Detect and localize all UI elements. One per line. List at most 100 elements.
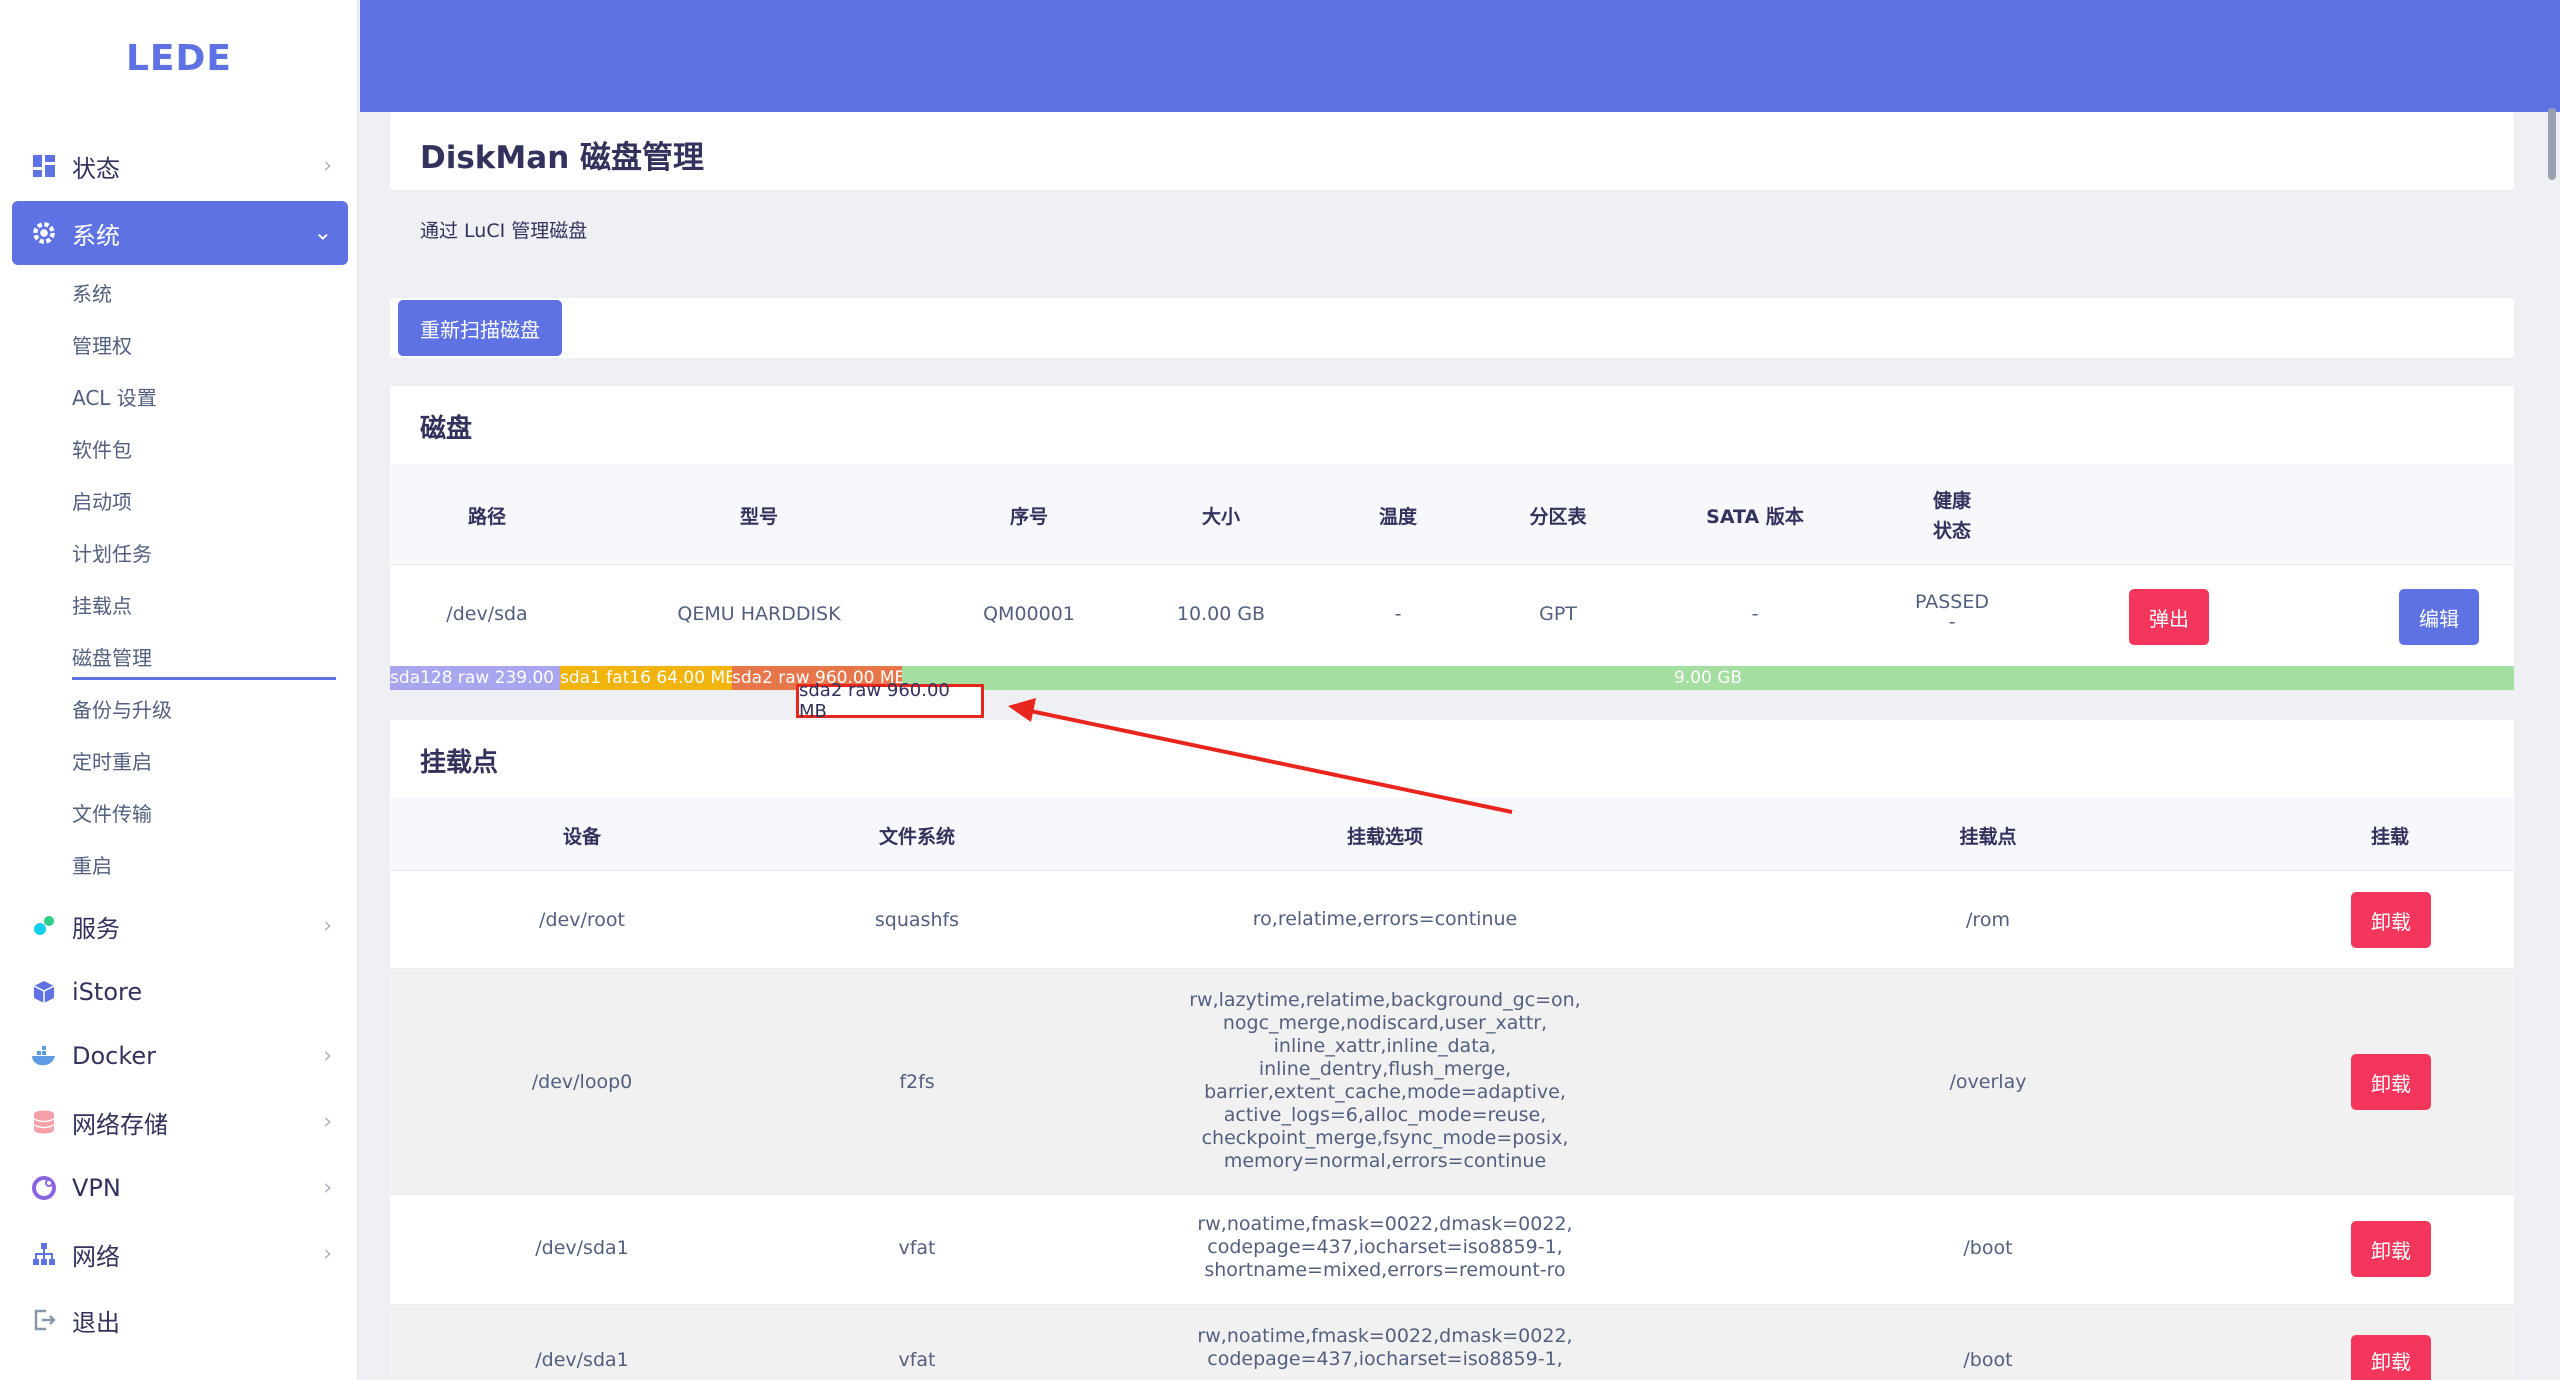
col-serial: 序号 bbox=[1009, 506, 1048, 528]
sub-item-autoreboot[interactable]: 定时重启 bbox=[72, 740, 336, 784]
mount-option-line: shortname=mixed,errors=remount-ro bbox=[1204, 1259, 1566, 1281]
edit-button[interactable]: 编辑 bbox=[2399, 589, 2479, 645]
mount-row: /dev/sda1 vfat rw,noatime,fmask=0022,dma… bbox=[390, 1194, 2514, 1304]
nav-vpn[interactable]: VPN › bbox=[12, 1156, 348, 1220]
mount-fs: vfat bbox=[898, 1349, 936, 1371]
unmount-button[interactable]: 卸载 bbox=[2351, 1054, 2431, 1110]
mount-device: /dev/loop0 bbox=[531, 1071, 633, 1093]
nav-nas[interactable]: 网络存储 › bbox=[12, 1090, 348, 1154]
sub-item-mounts[interactable]: 挂载点 bbox=[72, 584, 336, 628]
sub-item-acl[interactable]: ACL 设置 bbox=[72, 376, 336, 420]
mount-option-line: rw,noatime,fmask=0022,dmask=0022, bbox=[1197, 1325, 1573, 1347]
nav-status[interactable]: 状态 › bbox=[12, 134, 348, 198]
mount-row: /dev/loop0 f2fs rw,lazytime,relatime,bac… bbox=[390, 968, 2514, 1194]
chevron-right-icon: › bbox=[323, 1109, 332, 1135]
mount-option-line: active_logs=6,alloc_mode=reuse, bbox=[1223, 1104, 1547, 1126]
page-title: DiskMan 磁盘管理 bbox=[420, 140, 705, 176]
partition-segment-sda1[interactable]: sda1 fat16 64.00 MB bbox=[560, 666, 732, 690]
unmount-button[interactable]: 卸载 bbox=[2351, 1221, 2431, 1277]
cube-icon bbox=[30, 978, 58, 1006]
disk-path: /dev/sda bbox=[446, 603, 528, 625]
nav-nas-label: 网络存储 bbox=[72, 1110, 168, 1139]
mount-fs: vfat bbox=[898, 1237, 936, 1259]
unmount-button[interactable]: 卸载 bbox=[2351, 892, 2431, 948]
sub-item-packages[interactable]: 软件包 bbox=[72, 428, 336, 472]
sub-item-backup[interactable]: 备份与升级 bbox=[72, 688, 336, 732]
network-icon bbox=[30, 1240, 58, 1268]
mount-option-line: checkpoint_merge,fsync_mode=posix, bbox=[1201, 1127, 1569, 1149]
nav-network-label: 网络 bbox=[72, 1242, 120, 1271]
nav-logout-label: 退出 bbox=[72, 1308, 120, 1337]
col-temp: 温度 bbox=[1378, 506, 1417, 528]
rescan-disks-button[interactable]: 重新扫描磁盘 bbox=[398, 300, 562, 356]
partition-bar: sda128 raw 239.00 KB sda1 fat16 64.00 MB… bbox=[390, 666, 2514, 690]
col-ptable: 分区表 bbox=[1529, 506, 1587, 528]
nav-istore[interactable]: iStore bbox=[12, 960, 348, 1024]
mount-option-line: inline_dentry,flush_merge, bbox=[1258, 1058, 1512, 1080]
rescan-card: 重新扫描磁盘 bbox=[390, 298, 2514, 358]
mount-point: /boot bbox=[1963, 1237, 2013, 1259]
disk-sata: - bbox=[1751, 603, 1759, 625]
sidebar: LEDE 状态 › 系统 ⌄ 系统 管理权 ACL 设置 软件包 启动项 计划任… bbox=[0, 0, 358, 1380]
sub-item-crontab[interactable]: 计划任务 bbox=[72, 532, 336, 576]
nav-system-label: 系统 bbox=[72, 221, 120, 250]
chevron-right-icon: › bbox=[323, 1241, 332, 1267]
col-model: 型号 bbox=[739, 506, 778, 528]
nav-docker[interactable]: Docker › bbox=[12, 1024, 348, 1088]
disk-temp: - bbox=[1394, 603, 1402, 625]
partition-segment-sda128[interactable]: sda128 raw 239.00 KB bbox=[390, 666, 560, 690]
col-health: 健康 状态 bbox=[1932, 490, 1971, 542]
nav-istore-label: iStore bbox=[72, 978, 143, 1006]
sub-item-diskman[interactable]: 磁盘管理 bbox=[72, 636, 336, 680]
mount-device: /dev/sda1 bbox=[535, 1349, 629, 1371]
puzzle-icon bbox=[30, 912, 58, 940]
sub-item-system[interactable]: 系统 bbox=[72, 272, 336, 316]
disk-model: QEMU HARDDISK bbox=[677, 603, 841, 625]
nav-system[interactable]: 系统 ⌄ bbox=[12, 201, 348, 265]
chevron-right-icon: › bbox=[323, 1175, 332, 1201]
col-mountpoint: 挂载点 bbox=[1959, 826, 2017, 848]
col-fs: 文件系统 bbox=[878, 826, 955, 848]
mount-row: /dev/sda1 vfat rw,noatime,fmask=0022,dma… bbox=[390, 1304, 2514, 1380]
mount-option-line: codepage=437,iocharset=iso8859-1, bbox=[1207, 1236, 1563, 1258]
unmount-button[interactable]: 卸载 bbox=[2351, 1335, 2431, 1380]
chevron-right-icon: › bbox=[323, 913, 332, 939]
sub-item-startup[interactable]: 启动项 bbox=[72, 480, 336, 524]
partition-segment-free[interactable]: 9.00 GB bbox=[902, 666, 2514, 690]
mount-option-line: memory=normal,errors=continue bbox=[1223, 1150, 1547, 1172]
mount-option-line: barrier,extent_cache,mode=adaptive, bbox=[1204, 1081, 1566, 1103]
col-size: 大小 bbox=[1201, 506, 1240, 528]
mount-fs: f2fs bbox=[899, 1071, 935, 1093]
nav-services-label: 服务 bbox=[72, 914, 120, 943]
sub-item-filetransfer[interactable]: 文件传输 bbox=[72, 792, 336, 836]
sub-item-reboot[interactable]: 重启 bbox=[72, 844, 336, 888]
chevron-right-icon: › bbox=[323, 1043, 332, 1069]
partition-tooltip: sda2 raw 960.00 MB bbox=[796, 680, 984, 722]
nav-services[interactable]: 服务 › bbox=[12, 894, 348, 958]
chevron-right-icon: › bbox=[323, 153, 332, 179]
nav-network[interactable]: 网络 › bbox=[12, 1222, 348, 1286]
disk-section-title: 磁盘 bbox=[420, 414, 473, 444]
dashboard-icon bbox=[30, 152, 58, 180]
docker-icon bbox=[30, 1042, 58, 1070]
mount-options: ro,relatime,errors=continue bbox=[1060, 908, 1710, 931]
disk-card: 磁盘 路径 型号 序号 大小 温度 分区表 SATA 版本 健康 状态 /dev… bbox=[390, 386, 2514, 666]
mount-fs: squashfs bbox=[874, 909, 960, 931]
logout-icon bbox=[30, 1306, 58, 1334]
sub-item-admin[interactable]: 管理权 bbox=[72, 324, 336, 368]
nav-logout[interactable]: 退出 bbox=[12, 1288, 348, 1352]
col-sata: SATA 版本 bbox=[1706, 506, 1804, 528]
col-path: 路径 bbox=[467, 506, 506, 528]
nav-status-label: 状态 bbox=[72, 154, 120, 183]
eject-button[interactable]: 弹出 bbox=[2129, 589, 2209, 645]
disk-table-header: 路径 型号 序号 大小 温度 分区表 SATA 版本 健康 状态 bbox=[390, 464, 2514, 564]
mount-section-title: 挂载点 bbox=[420, 748, 499, 778]
mount-option-line: rw,noatime,fmask=0022,dmask=0022, bbox=[1197, 1213, 1573, 1235]
disk-size: 10.00 GB bbox=[1176, 603, 1266, 625]
scrollbar-thumb[interactable] bbox=[2548, 108, 2556, 180]
mount-option-line: ro,relatime,errors=continue bbox=[1252, 908, 1518, 930]
col-options: 挂载选项 bbox=[1346, 826, 1423, 848]
mount-option-line: inline_xattr,inline_data, bbox=[1273, 1035, 1497, 1057]
mount-options: rw,lazytime,relatime,background_gc=on, n… bbox=[1060, 989, 1710, 1173]
disk-ptable: GPT bbox=[1539, 603, 1577, 625]
